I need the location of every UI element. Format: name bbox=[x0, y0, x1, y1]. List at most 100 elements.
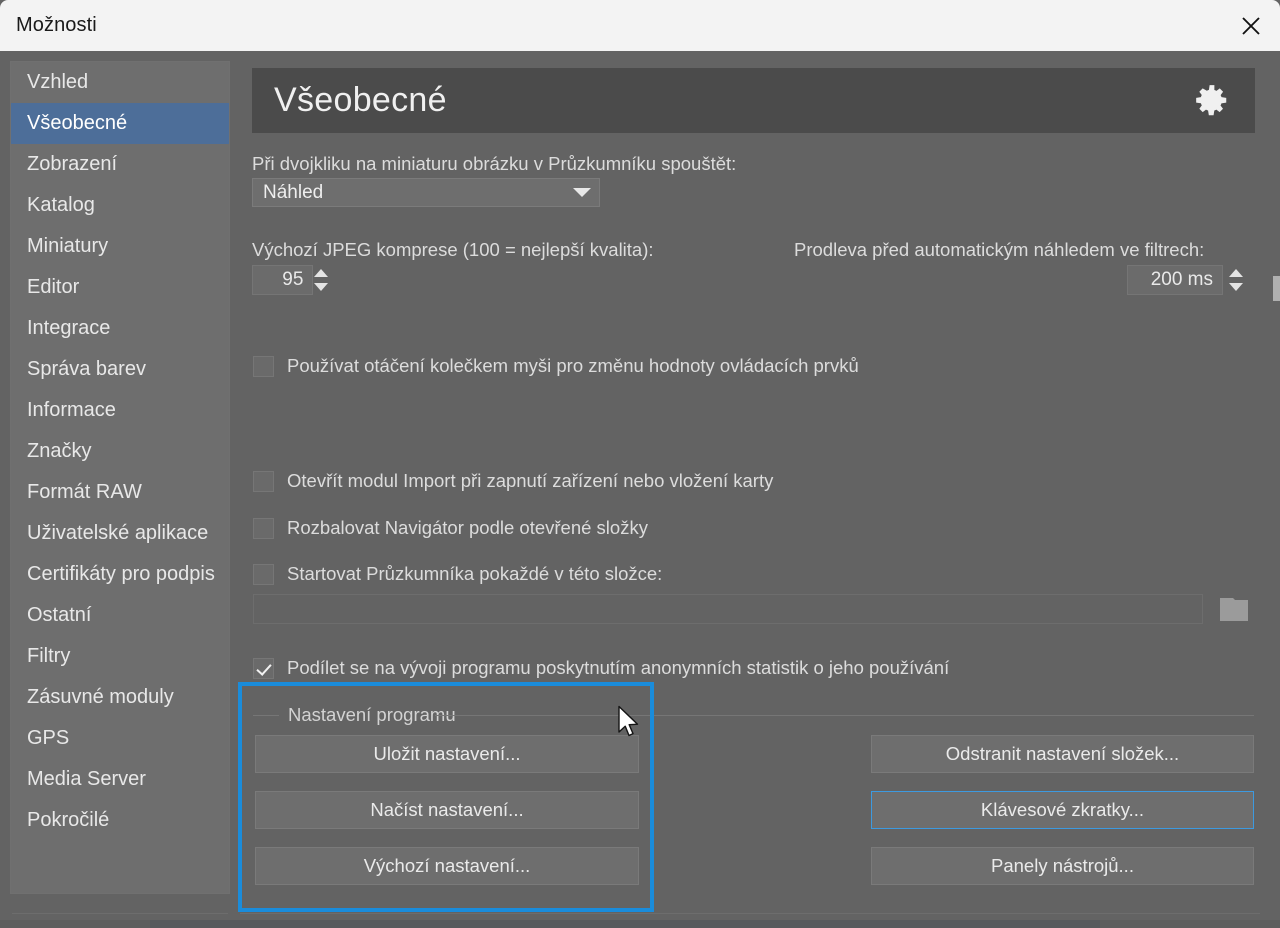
startup-folder-label: Startovat Průzkumníka pokaždé v této slo… bbox=[287, 563, 663, 584]
program-settings-group: Nastavení programu Uložit nastavení... N… bbox=[253, 704, 1254, 896]
checkbox-row-import-module[interactable]: Otevřít modul Import při zapnutí zařízen… bbox=[253, 470, 773, 492]
import-module-label: Otevřít modul Import při zapnutí zařízen… bbox=[287, 470, 774, 491]
sidebar-item-editor[interactable]: Editor bbox=[11, 267, 229, 308]
sidebar-item-label: Editor bbox=[27, 276, 80, 298]
toolbars-button[interactable]: Panely nástrojů... bbox=[871, 847, 1254, 885]
sidebar-item-label: Vzhled bbox=[27, 71, 89, 93]
sidebar-item-media-server[interactable]: Media Server bbox=[11, 759, 229, 800]
chevron-down-glyph bbox=[573, 188, 591, 197]
statistics-checkbox[interactable] bbox=[253, 657, 274, 679]
jpeg-quality-spin-buttons[interactable] bbox=[313, 265, 329, 295]
window-title: Možnosti bbox=[16, 14, 97, 36]
sidebar-footer-divider bbox=[12, 913, 228, 914]
sidebar-item-znacky[interactable]: Značky bbox=[11, 431, 229, 472]
sidebar-item-filtry[interactable]: Filtry bbox=[11, 636, 229, 677]
doubleclick-label: Při dvojkliku na miniaturu obrázku v Prů… bbox=[252, 153, 737, 174]
startup-folder-checkbox[interactable] bbox=[253, 563, 274, 585]
sidebar-item-zobrazeni[interactable]: Zobrazení bbox=[11, 144, 229, 185]
sidebar-item-certifikaty-pro-podpis[interactable]: Certifikáty pro podpis bbox=[11, 554, 229, 595]
default-settings-label: Výchozí nastavení... bbox=[363, 855, 531, 876]
save-settings-label: Uložit nastavení... bbox=[373, 743, 521, 764]
mouse-wheel-checkbox[interactable] bbox=[253, 355, 274, 377]
startup-folder-path-input[interactable] bbox=[253, 594, 1203, 624]
preview-delay-input[interactable]: 200 ms bbox=[1127, 265, 1223, 295]
preview-delay-spin-buttons[interactable] bbox=[1223, 265, 1249, 295]
sidebar-item-label: Značky bbox=[27, 440, 92, 462]
mouse-wheel-label: Používat otáčení kolečkem myši pro změnu… bbox=[287, 355, 859, 376]
sidebar-item-katalog[interactable]: Katalog bbox=[11, 185, 229, 226]
options-dialog: Možnosti Vzhled Všeobecné Zobrazení Kata… bbox=[0, 0, 1280, 928]
sidebar-item-label: GPS bbox=[27, 727, 70, 749]
jpeg-quality-label: Výchozí JPEG komprese (100 = nejlepší kv… bbox=[252, 239, 654, 260]
checkbox-row-startup-folder[interactable]: Startovat Průzkumníka pokaždé v této slo… bbox=[253, 563, 662, 585]
gear-icon[interactable] bbox=[1193, 82, 1231, 120]
checkbox-row-navigator[interactable]: Rozbalovat Navigátor podle otevřené slož… bbox=[253, 517, 648, 539]
sidebar-item-label: Zásuvné moduly bbox=[27, 686, 174, 708]
statistics-label: Podílet se na vývoji programu poskytnutí… bbox=[287, 657, 950, 678]
vertical-scrollbar-thumb[interactable] bbox=[1273, 276, 1280, 301]
settings-category-list[interactable]: Vzhled Všeobecné Zobrazení Katalog Minia… bbox=[10, 61, 230, 894]
spin-up-icon[interactable] bbox=[314, 269, 329, 277]
sidebar-item-label: Integrace bbox=[27, 317, 111, 339]
sidebar-item-uzivatelske-aplikace[interactable]: Uživatelské aplikace bbox=[11, 513, 229, 554]
close-icon bbox=[1242, 16, 1260, 35]
checkbox-row-statistics[interactable]: Podílet se na vývoji programu poskytnutí… bbox=[253, 657, 949, 679]
remove-folder-settings-button[interactable]: Odstranit nastavení složek... bbox=[871, 735, 1254, 773]
page-title: Všeobecné bbox=[274, 81, 447, 119]
jpeg-quality-stepper[interactable]: 95 bbox=[252, 265, 329, 295]
sidebar-item-label: Všeobecné bbox=[27, 112, 128, 134]
sidebar-item-label: Katalog bbox=[27, 194, 95, 216]
sidebar-item-label: Miniatury bbox=[27, 235, 109, 257]
sidebar-item-ostatni[interactable]: Ostatní bbox=[11, 595, 229, 636]
sidebar-item-pokrocile[interactable]: Pokročilé bbox=[11, 800, 229, 841]
window-titlebar: Možnosti bbox=[0, 0, 1280, 51]
chevron-down-icon[interactable] bbox=[565, 188, 599, 197]
sidebar-item-zasuvne-moduly[interactable]: Zásuvné moduly bbox=[11, 677, 229, 718]
spin-down-icon[interactable] bbox=[314, 283, 329, 291]
spin-down-icon[interactable] bbox=[1229, 283, 1243, 291]
folder-icon bbox=[1220, 597, 1248, 621]
load-settings-button[interactable]: Načíst nastavení... bbox=[255, 791, 639, 829]
sidebar-item-vzhled[interactable]: Vzhled bbox=[11, 62, 229, 103]
doubleclick-combobox[interactable]: Náhled bbox=[252, 178, 600, 207]
desktop-background-strip bbox=[0, 920, 1280, 928]
navigator-checkbox[interactable] bbox=[253, 517, 274, 539]
keyboard-shortcuts-label: Klávesové zkratky... bbox=[980, 799, 1145, 820]
preview-delay-label: Prodleva před automatickým náhledem ve f… bbox=[794, 239, 1205, 260]
sidebar-item-format-raw[interactable]: Formát RAW bbox=[11, 472, 229, 513]
group-divider-right bbox=[435, 715, 1254, 716]
remove-folder-settings-label: Odstranit nastavení složek... bbox=[945, 743, 1180, 764]
browse-folder-button[interactable] bbox=[1214, 592, 1254, 626]
close-button[interactable] bbox=[1222, 0, 1280, 51]
sidebar-item-label: Zobrazení bbox=[27, 153, 118, 175]
sidebar-item-label: Informace bbox=[27, 399, 116, 421]
sidebar-item-miniatury[interactable]: Miniatury bbox=[11, 226, 229, 267]
sidebar-item-label: Certifikáty pro podpis bbox=[27, 563, 215, 585]
sidebar-item-label: Formát RAW bbox=[27, 481, 142, 503]
load-settings-label: Načíst nastavení... bbox=[370, 799, 524, 820]
sidebar-item-label: Pokročilé bbox=[27, 809, 110, 831]
checkbox-row-mouse-wheel[interactable]: Používat otáčení kolečkem myši pro změnu… bbox=[253, 355, 859, 377]
footer-divider bbox=[240, 913, 1260, 914]
sidebar-item-label: Filtry bbox=[27, 645, 71, 667]
default-settings-button[interactable]: Výchozí nastavení... bbox=[255, 847, 639, 885]
sidebar-item-informace[interactable]: Informace bbox=[11, 390, 229, 431]
save-settings-button[interactable]: Uložit nastavení... bbox=[255, 735, 639, 773]
sidebar-item-gps[interactable]: GPS bbox=[11, 718, 229, 759]
navigator-label: Rozbalovat Navigátor podle otevřené slož… bbox=[287, 517, 648, 538]
import-module-checkbox[interactable] bbox=[253, 470, 274, 492]
sidebar-item-vseobecne[interactable]: Všeobecné bbox=[11, 103, 229, 144]
sidebar-item-sprava-barev[interactable]: Správa barev bbox=[11, 349, 229, 390]
group-divider-left bbox=[253, 715, 279, 716]
sidebar-item-label: Uživatelské aplikace bbox=[27, 522, 209, 544]
preview-delay-stepper[interactable]: 200 ms bbox=[1127, 265, 1249, 295]
doubleclick-combobox-value: Náhled bbox=[263, 181, 324, 203]
keyboard-shortcuts-button[interactable]: Klávesové zkratky... bbox=[871, 791, 1254, 829]
toolbars-label: Panely nástrojů... bbox=[991, 855, 1134, 876]
spin-up-icon[interactable] bbox=[1229, 269, 1243, 277]
jpeg-quality-input[interactable]: 95 bbox=[252, 265, 314, 295]
page-header: Všeobecné bbox=[252, 68, 1255, 133]
window-body: Vzhled Všeobecné Zobrazení Katalog Minia… bbox=[0, 51, 1280, 928]
sidebar-item-integrace[interactable]: Integrace bbox=[11, 308, 229, 349]
sidebar-item-label: Media Server bbox=[27, 768, 146, 790]
